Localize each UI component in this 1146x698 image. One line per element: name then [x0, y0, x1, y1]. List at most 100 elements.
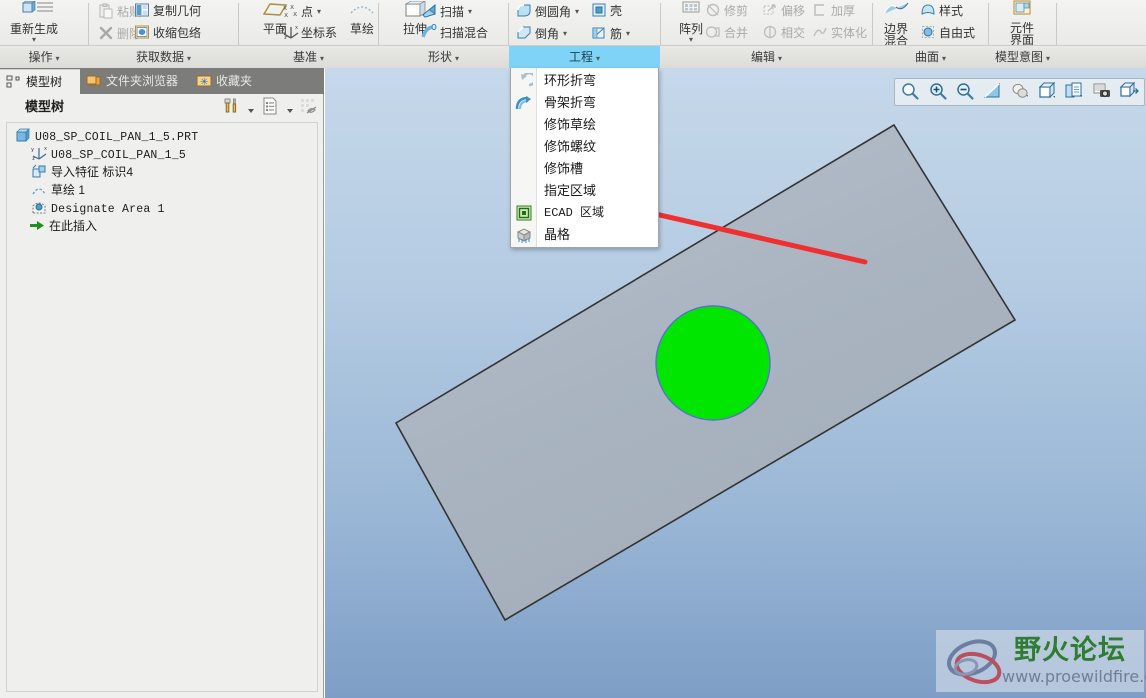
ribbon-group-engineering[interactable]: 工程 ▾ [509, 46, 660, 68]
menu-item-spinal-bend[interactable]: 骨架折弯 [511, 92, 658, 114]
merge-label: 合并 [724, 26, 749, 40]
swept-blend-button[interactable]: 扫描混合 [421, 23, 488, 44]
chamfer-caret-icon[interactable]: ▾ [563, 29, 567, 38]
ribbon-group-get-data[interactable]: 获取数据 ▾ [89, 46, 238, 68]
tab-folder-browser[interactable]: 文件夹浏览器 [80, 69, 190, 94]
tree-item-insert-here-label: 在此插入 [49, 219, 98, 233]
trim-label: 修剪 [724, 4, 749, 18]
tree-item-sketch[interactable]: 草绘 1 [7, 181, 317, 199]
ribbon-group-operations[interactable]: 操作 ▾ [0, 46, 88, 68]
thicken-icon [812, 2, 828, 18]
shell-button[interactable]: 壳 [591, 1, 622, 22]
svg-text:z: z [32, 156, 35, 161]
display-shading-icon[interactable] [1009, 81, 1031, 103]
regenerate-caret-icon[interactable]: ▾ [2, 36, 66, 44]
datum-point-button[interactable]: x x x x 点 ▾ [282, 1, 321, 22]
panel-title: 模型树 [25, 99, 65, 114]
menu-item-designate-area-label: 指定区域 [544, 183, 597, 198]
shrinkwrap-button[interactable]: 收缩包络 [134, 23, 201, 44]
tree-item-csys[interactable]: y z x U08_SP_COIL_PAN_1_5 [7, 145, 317, 163]
appearance-icon[interactable] [1063, 81, 1085, 103]
freestyle-button[interactable]: 自由式 [920, 23, 975, 44]
tools-caret-icon[interactable] [246, 98, 256, 124]
menu-item-toroidal-bend[interactable]: 环形折弯 [511, 70, 658, 92]
datum-point-caret-icon[interactable]: ▾ [317, 7, 321, 16]
sweep-label: 扫描 [440, 5, 465, 19]
tab-favorites-label: 收藏夹 [216, 74, 253, 88]
tab-model-tree[interactable]: 模型树 [0, 69, 80, 94]
rib-button[interactable]: 筋 ▾ [591, 23, 630, 44]
ribbon-group-shapes-label: 形状 [427, 50, 452, 64]
ribbon-group-datum[interactable]: 基准 ▾ [239, 46, 378, 68]
trim-button[interactable]: 修剪 [705, 1, 748, 22]
ribbon-group-shapes[interactable]: 形状 ▾ [379, 46, 508, 68]
rib-caret-icon[interactable]: ▾ [626, 29, 630, 38]
menu-item-cosmetic-sketch-label: 修饰草绘 [544, 117, 597, 132]
zoom-region-icon[interactable] [899, 81, 921, 103]
solidify-label: 实体化 [831, 26, 868, 40]
designated-area-region[interactable] [655, 305, 771, 421]
filter-icon[interactable] [300, 97, 318, 124]
display-style-icon[interactable] [1036, 81, 1058, 103]
chamfer-button[interactable]: 倒角 ▾ [516, 23, 567, 44]
engineering-dropdown-menu[interactable]: 环形折弯 骨架折弯 修饰草绘 修饰螺纹 修饰槽 指定区域 ECAD 区域 晶格 [510, 68, 659, 248]
ribbon-group-edit[interactable]: 编辑 ▾ [661, 46, 872, 68]
graphics-area[interactable]: 野火论坛 www.proewildfire.cn [325, 68, 1146, 698]
shell-label: 壳 [610, 4, 623, 18]
view-manager-icon[interactable] [1118, 81, 1140, 103]
datum-point-label: 点 [301, 5, 314, 19]
boundary-blend-button[interactable]: 边界混合 [874, 0, 918, 47]
tree-item-insert-here[interactable]: 在此插入 [7, 217, 317, 235]
toroidal-bend-icon [515, 71, 537, 89]
settings-tools-icon[interactable] [223, 97, 241, 124]
csys-button[interactable]: y z x 坐标系 [282, 23, 337, 44]
menu-item-ecad-area[interactable]: ECAD 区域 [511, 202, 658, 224]
copy-geometry-button[interactable]: 复制几何 [134, 1, 201, 22]
tree-item-sketch-label: 草绘 1 [51, 183, 86, 197]
tree-item-part[interactable]: U08_SP_COIL_PAN_1_5.PRT [7, 127, 317, 145]
intersect-button[interactable]: 相交 [762, 23, 805, 44]
merge-button[interactable]: 合并 [705, 23, 748, 44]
svg-text:x: x [44, 146, 47, 152]
regenerate-icon [2, 0, 66, 23]
zoom-in-icon[interactable] [927, 81, 949, 103]
tab-favorites[interactable]: ✳ 收藏夹 [190, 69, 268, 94]
saved-views-icon[interactable] [1091, 81, 1113, 103]
tree-item-import-feature[interactable]: 导入特征 标识4 [7, 163, 317, 181]
graphics-toolbar [894, 78, 1145, 106]
round-button[interactable]: 倒圆角 ▾ [516, 1, 579, 22]
zoom-out-icon[interactable] [954, 81, 976, 103]
round-caret-icon[interactable]: ▾ [575, 7, 579, 16]
display-list-icon[interactable] [261, 97, 279, 124]
refit-icon[interactable] [981, 81, 1003, 103]
svg-text:x: x [295, 25, 298, 31]
svg-text:z: z [284, 35, 287, 40]
offset-icon [762, 2, 778, 18]
solidify-button[interactable]: 实体化 [812, 23, 867, 44]
model-viewport[interactable] [325, 68, 1146, 698]
display-caret-icon[interactable] [285, 98, 295, 124]
menu-item-cosmetic-groove[interactable]: 修饰槽 [511, 158, 658, 180]
sweep-button[interactable]: 扫描 ▾ [421, 1, 472, 22]
style-button[interactable]: 样式 [920, 1, 963, 22]
sweep-caret-icon[interactable]: ▾ [468, 7, 472, 16]
ribbon-group-model-intent[interactable]: 模型意图 ▾ [989, 46, 1056, 68]
offset-button[interactable]: 偏移 [762, 1, 805, 22]
menu-item-lattice[interactable]: 晶格 [511, 224, 658, 246]
component-interface-button[interactable]: 元件界面 [996, 0, 1048, 46]
ribbon-group-surfaces[interactable]: 曲面 ▾ [873, 46, 988, 68]
folder-browser-icon [86, 72, 102, 86]
menu-item-cosmetic-thread[interactable]: 修饰螺纹 [511, 136, 658, 158]
regenerate-button[interactable]: 重新生成 ▾ [2, 0, 66, 44]
thicken-button[interactable]: 加厚 [812, 1, 855, 22]
tree-item-import-feature-label: 导入特征 标识4 [51, 165, 134, 179]
tree-item-designate-area[interactable]: Designate Area 1 [7, 199, 317, 217]
boundary-blend-icon [874, 1, 918, 23]
menu-item-cosmetic-thread-label: 修饰螺纹 [544, 139, 597, 154]
svg-text:y: y [282, 26, 285, 32]
menu-item-cosmetic-sketch[interactable]: 修饰草绘 [511, 114, 658, 136]
model-tree[interactable]: U08_SP_COIL_PAN_1_5.PRT y z x U08_SP_COI… [6, 122, 318, 692]
menu-item-designate-area[interactable]: 指定区域 [511, 180, 658, 202]
tree-item-csys-label: U08_SP_COIL_PAN_1_5 [51, 149, 186, 162]
menu-item-ecad-area-label: ECAD 区域 [544, 206, 605, 220]
